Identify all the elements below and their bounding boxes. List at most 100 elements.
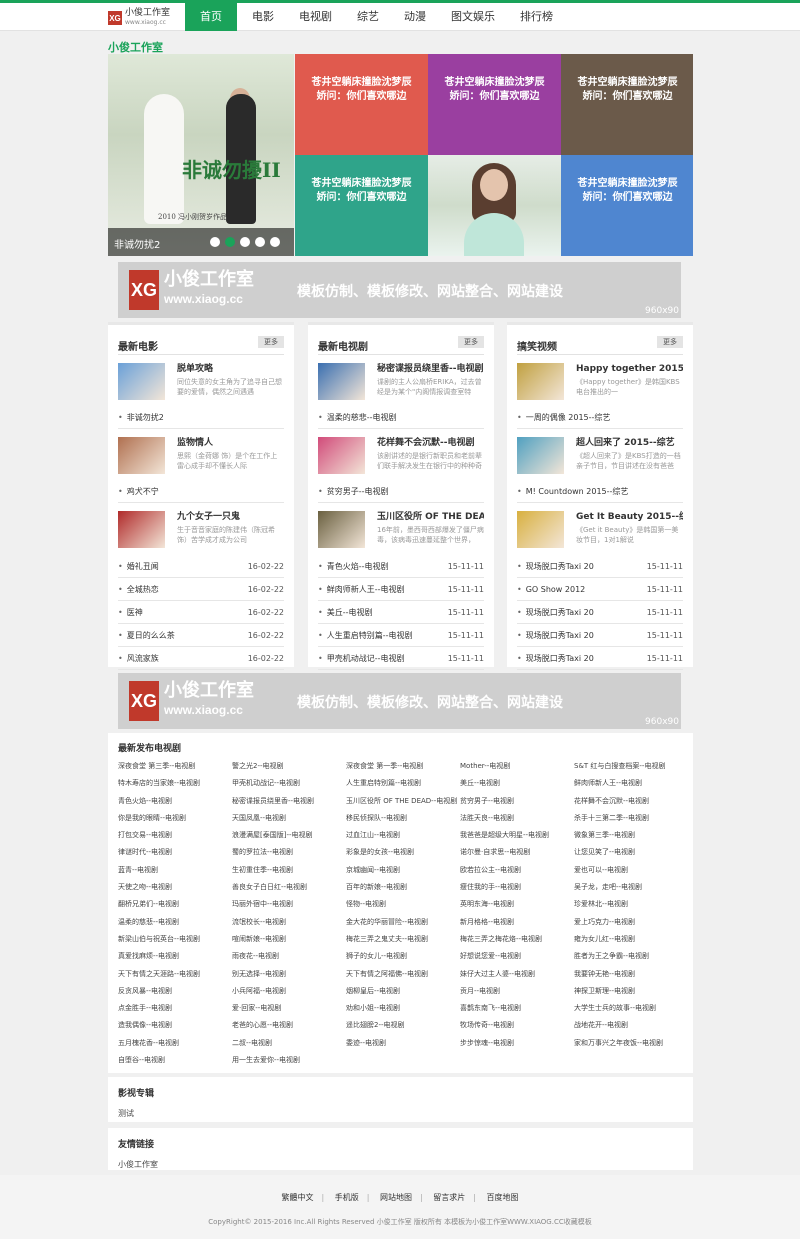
- list-item[interactable]: 婚礼丑闻 16-02-22: [118, 555, 284, 578]
- feature-title[interactable]: 脱单攻略: [177, 361, 284, 374]
- latest-tv-item[interactable]: 家和万事兴之年夜饭--电视剧: [574, 1035, 688, 1052]
- footer-link-baidu-map[interactable]: 百度地图: [487, 1193, 519, 1202]
- latest-tv-item[interactable]: 贫穷男子--电视剧: [460, 793, 574, 810]
- footer-link-sitemap[interactable]: 网站地图: [380, 1193, 412, 1202]
- latest-tv-item[interactable]: 新梁山伯与祝英台--电视剧: [118, 931, 232, 948]
- latest-tv-item[interactable]: 翻桥兄弟们--电视剧: [118, 896, 232, 913]
- list-item[interactable]: GO Show 2012 15-11-11: [517, 578, 683, 601]
- site-logo[interactable]: XG 小俊工作室 www.xiaog.cc: [108, 9, 186, 27]
- latest-tv-item[interactable]: 天使之吻--电视剧: [118, 879, 232, 896]
- latest-tv-item[interactable]: 京城幽闻--电视剧: [346, 862, 460, 879]
- thumbnail[interactable]: [118, 437, 165, 474]
- latest-tv-item[interactable]: 温柔的慈悲--电视剧: [118, 914, 232, 931]
- feature-item[interactable]: 秘密谍报员绕里香--电视剧 谍剧的主人公扇桥ERIKA，过去曾经是为某个"内阁情…: [318, 361, 484, 407]
- feature-title[interactable]: 玉川区役所 OF THE DEAD--: [377, 509, 484, 522]
- more-button[interactable]: 更多: [657, 336, 683, 348]
- latest-tv-item[interactable]: 梅花三弄之梅花烙--电视剧: [460, 931, 574, 948]
- feature-link[interactable]: 温柔的慈悲--电视剧: [318, 407, 484, 429]
- latest-tv-item[interactable]: 蜀的罗拉法--电视剧: [232, 844, 346, 861]
- latest-tv-item[interactable]: 妹仔大过主人婆--电视剧: [460, 966, 574, 983]
- latest-tv-item[interactable]: 遥比翅膀2--电视剧: [346, 1017, 460, 1034]
- feature-link[interactable]: M! Countdown 2015--综艺: [517, 481, 683, 503]
- latest-tv-item[interactable]: 珍爱林北--电视剧: [574, 896, 688, 913]
- latest-tv-item[interactable]: 过血江山--电视剧: [346, 827, 460, 844]
- latest-tv-item[interactable]: 烟柳皇后--电视剧: [346, 983, 460, 1000]
- item-name[interactable]: 鲜肉师新人王--电视剧: [318, 578, 405, 600]
- latest-tv-item[interactable]: 打包交易--电视剧: [118, 827, 232, 844]
- latest-tv-item[interactable]: 狮子的女儿--电视剧: [346, 948, 460, 965]
- thumbnail[interactable]: [318, 363, 365, 400]
- latest-tv-item[interactable]: S&T 红与白搜查档案--电视剧: [574, 758, 688, 775]
- item-name[interactable]: 人生重启特别篇--电视剧: [318, 624, 413, 646]
- slide-dot-1[interactable]: [210, 237, 220, 247]
- latest-tv-item[interactable]: 神探卫斯理--电视剧: [574, 983, 688, 1000]
- latest-tv-item[interactable]: 让您见笑了--电视剧: [574, 844, 688, 861]
- feature-title[interactable]: 监物情人: [177, 435, 284, 448]
- list-item[interactable]: 美丘--电视剧 15-11-11: [318, 601, 484, 624]
- item-name[interactable]: 婚礼丑闻: [118, 555, 159, 577]
- latest-tv-item[interactable]: 美丘--电视剧: [460, 775, 574, 792]
- feature-title[interactable]: Get It Beauty 2015--综艺: [576, 509, 683, 522]
- feature-item[interactable]: 九个女子一只鬼 生于音音家庭的陈建伟（陈冠希饰）苦学成才成为公司: [118, 509, 284, 555]
- latest-tv-item[interactable]: 深夜食堂 第一季--电视剧: [346, 758, 460, 775]
- thumbnail[interactable]: [118, 511, 165, 548]
- latest-tv-item[interactable]: 爱上巧克力--电视剧: [574, 914, 688, 931]
- footer-link-request[interactable]: 留言求片: [433, 1193, 465, 1202]
- list-item[interactable]: 青色火焰--电视剧 15-11-11: [318, 555, 484, 578]
- list-item[interactable]: 全城热恋 16-02-22: [118, 578, 284, 601]
- latest-tv-item[interactable]: 五月槐花香--电视剧: [118, 1035, 232, 1052]
- latest-tv-item[interactable]: 战地花开--电视剧: [574, 1017, 688, 1034]
- latest-tv-item[interactable]: [460, 1052, 574, 1069]
- feature-item[interactable]: Get It Beauty 2015--综艺 《Get it Beauty》是韩…: [517, 509, 683, 555]
- latest-tv-item[interactable]: 蓝青--电视剧: [118, 862, 232, 879]
- feature-tile-2[interactable]: 苍井空躺床撞脸沈梦辰 娇问：你们喜欢哪边: [428, 54, 561, 155]
- latest-tv-item[interactable]: 法胜天良--电视剧: [460, 810, 574, 827]
- latest-tv-item[interactable]: 百年的新娘--电视剧: [346, 879, 460, 896]
- thumbnail[interactable]: [517, 511, 564, 548]
- list-item[interactable]: 医神 16-02-22: [118, 601, 284, 624]
- latest-tv-item[interactable]: 好想说您爱--电视剧: [460, 948, 574, 965]
- latest-tv-item[interactable]: 天下有情之天涯路--电视剧: [118, 966, 232, 983]
- latest-tv-item[interactable]: 天国凤凰--电视剧: [232, 810, 346, 827]
- feature-item[interactable]: 超人回来了 2015--综艺 《超人回来了》是KBS打造的一档亲子节目，节目讲述…: [517, 435, 683, 481]
- feature-title[interactable]: 秘密谍报员绕里香--电视剧: [377, 361, 484, 374]
- friend-link[interactable]: 小俊工作室: [118, 1159, 683, 1170]
- latest-tv-item[interactable]: 特木寿店的当家娘--电视剧: [118, 775, 232, 792]
- latest-tv-item[interactable]: 委迹--电视剧: [346, 1035, 460, 1052]
- thumbnail[interactable]: [517, 363, 564, 400]
- latest-tv-item[interactable]: 天下有情之阿福佛--电视剧: [346, 966, 460, 983]
- feature-tile-5[interactable]: [428, 155, 561, 256]
- nav-movies[interactable]: 电影: [242, 3, 284, 31]
- special-link[interactable]: 测试: [118, 1108, 683, 1119]
- latest-tv-item[interactable]: 造我偶像--电视剧: [118, 1017, 232, 1034]
- latest-tv-item[interactable]: 移民侦探队--电视剧: [346, 810, 460, 827]
- feature-item[interactable]: 脱单攻略 同位失意的女主角为了追寻自己想要的爱情，偶然之间遇遇: [118, 361, 284, 407]
- item-name[interactable]: 医神: [118, 601, 143, 623]
- more-button[interactable]: 更多: [258, 336, 284, 348]
- list-item[interactable]: 人生重启特别篇--电视剧 15-11-11: [318, 624, 484, 647]
- latest-tv-item[interactable]: 喧闹新娘--电视剧: [232, 931, 346, 948]
- list-item[interactable]: 夏日的么么茶 16-02-22: [118, 624, 284, 647]
- latest-tv-item[interactable]: 步步惊魂--电视剧: [460, 1035, 574, 1052]
- nav-photo-ent[interactable]: 图文娱乐: [441, 3, 505, 31]
- latest-tv-item[interactable]: 雨夜花--电视剧: [232, 948, 346, 965]
- latest-tv-item[interactable]: 贡月--电视剧: [460, 983, 574, 1000]
- feature-title[interactable]: 超人回来了 2015--综艺: [576, 435, 683, 448]
- latest-tv-item[interactable]: 警之光2--电视剧: [232, 758, 346, 775]
- feature-tile-1[interactable]: 苍井空躺床撞脸沈梦辰 娇问：你们喜欢哪边: [295, 54, 428, 155]
- latest-tv-item[interactable]: 生初重住季--电视剧: [232, 862, 346, 879]
- latest-tv-item[interactable]: [574, 1052, 688, 1069]
- latest-tv-item[interactable]: 新月格格--电视剧: [460, 914, 574, 931]
- latest-tv-item[interactable]: 胜者为王之争霸--电视剧: [574, 948, 688, 965]
- latest-tv-item[interactable]: 彩象是的女孩--电视剧: [346, 844, 460, 861]
- latest-tv-item[interactable]: 秘密谍报员绕里香--电视剧: [232, 793, 346, 810]
- nav-ranking[interactable]: 排行榜: [510, 3, 563, 31]
- latest-tv-item[interactable]: 雍为女儿红--电视剧: [574, 931, 688, 948]
- latest-tv-item[interactable]: 二叔--电视剧: [232, 1035, 346, 1052]
- feature-tile-6[interactable]: 苍井空躺床撞脸沈梦辰 娇问：你们喜欢哪边: [561, 155, 693, 256]
- latest-tv-item[interactable]: 流氓校长--电视剧: [232, 914, 346, 931]
- latest-tv-item[interactable]: 牧场传奇--电视剧: [460, 1017, 574, 1034]
- latest-tv-item[interactable]: 你是我的眼睛--电视剧: [118, 810, 232, 827]
- ad-banner-middle[interactable]: XG 小俊工作室 www.xiaog.cc 模板仿制、模板修改、网站整合、网站建…: [118, 673, 681, 729]
- feature-title[interactable]: 花样舞不会沉默--电视剧: [377, 435, 484, 448]
